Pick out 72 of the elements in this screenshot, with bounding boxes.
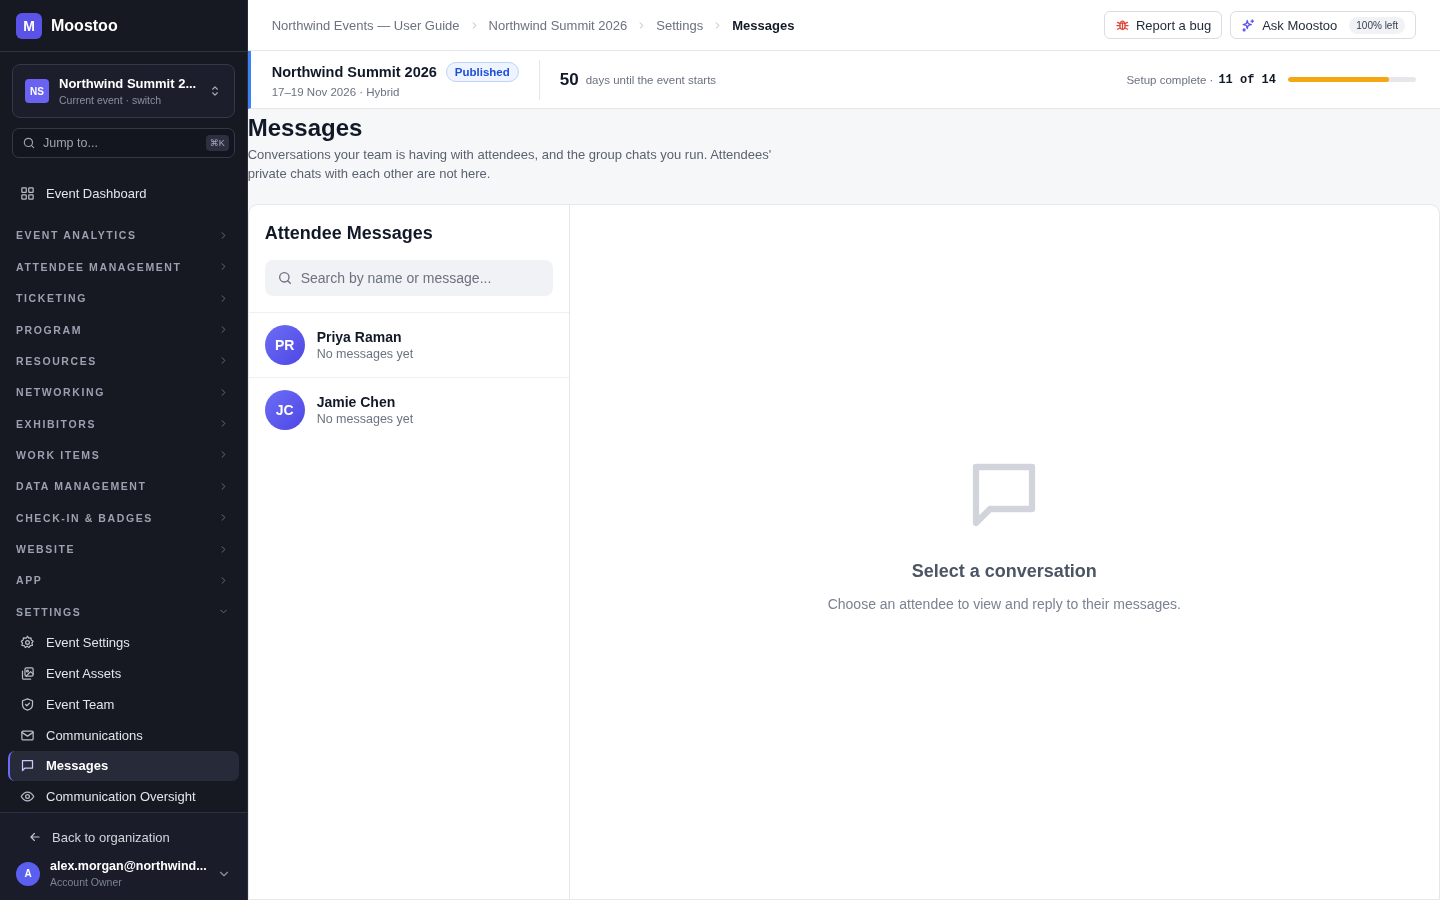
search-icon	[276, 270, 293, 286]
user-email: alex.morgan@northwind...	[50, 859, 207, 873]
images-icon	[20, 666, 35, 682]
nav-section-header[interactable]: RESOURCES	[8, 345, 239, 377]
nav-section-header[interactable]: WEBSITE	[8, 533, 239, 565]
nav-section-header[interactable]: APP	[8, 564, 239, 597]
nav-section-header[interactable]: SETTINGS	[8, 596, 239, 628]
nav-section-header[interactable]: DATA MANAGEMENT	[8, 470, 239, 502]
user-menu[interactable]: A alex.morgan@northwind... Account Owner	[0, 851, 247, 888]
nav-item[interactable]: Messages	[8, 750, 239, 782]
nav-section-header[interactable]: TICKETING	[8, 282, 239, 314]
setup-count: 11 of 14	[1218, 72, 1276, 87]
settings-icon	[20, 635, 35, 651]
nav-item[interactable]: Event Assets	[8, 658, 239, 689]
breadcrumb-link[interactable]: Settings	[656, 17, 704, 33]
conversation-item[interactable]: JC Jamie Chen No messages yet	[248, 377, 569, 442]
days-label: days until the event starts	[585, 73, 717, 86]
chat-bubble-icon	[20, 758, 35, 774]
nav-item[interactable]: Communication Oversight	[8, 781, 239, 812]
event-name: Northwind Summit 2...	[59, 76, 198, 91]
breadcrumb-link[interactable]: Northwind Summit 2026	[488, 17, 628, 33]
shield-check-icon	[20, 696, 35, 712]
back-link[interactable]: Back to organization	[0, 823, 247, 851]
event-switch-hint: Current event · switch	[59, 94, 163, 106]
nav-section-header[interactable]: PROGRAM	[8, 313, 239, 346]
breadcrumb-link[interactable]: Northwind Events — User Guide	[271, 17, 460, 33]
message-preview: No messages yet	[316, 412, 414, 426]
contact-avatar: PR	[264, 325, 305, 365]
empty-state-text: Choose an attendee to view and reply to their messages.	[827, 595, 1181, 612]
setup-label: Setup complete ·	[1126, 73, 1214, 86]
logo-icon: M	[16, 12, 42, 39]
nav-item[interactable]: Event Team	[8, 688, 239, 720]
message-preview: No messages yet	[316, 347, 414, 361]
contact-name: Priya Raman	[316, 329, 403, 345]
days-count: 50	[559, 69, 579, 90]
app-name: Moostoo	[51, 16, 118, 35]
nav-section-header[interactable]: EVENT ANALYTICS	[8, 219, 239, 252]
shortcut-hint: ⌘K	[205, 135, 229, 151]
nav-section-header[interactable]: EXHIBITORS	[8, 407, 239, 440]
eye-icon	[20, 789, 35, 805]
breadcrumb-link[interactable]: Messages	[732, 17, 795, 33]
empty-state-title: Select a conversation	[911, 560, 1097, 582]
nav-section-header[interactable]: CHECK-IN & BADGES	[8, 502, 239, 534]
page-description: Conversations your team is having with attendees, and the group chats you run. Attendees' private chats with each other are not here.	[247, 146, 773, 183]
nav-section-header[interactable]: ATTENDEE MANAGEMENT	[8, 251, 239, 283]
contact-name: Jamie Chen	[316, 394, 397, 410]
nav-item[interactable]: Event Dashboard	[8, 178, 239, 209]
search-icon	[22, 136, 36, 150]
nav-section-header[interactable]: WORK ITEMS	[8, 439, 239, 471]
mail-icon	[20, 727, 35, 743]
event-avatar: NS	[25, 79, 49, 103]
search-field[interactable]: Search by name or message...	[264, 260, 553, 296]
sparkle-icon	[1241, 17, 1257, 33]
grid-icon	[20, 185, 35, 201]
usage-badge: 100% left	[1349, 16, 1405, 34]
nav-item[interactable]: Event Settings	[8, 627, 239, 659]
user-role: Account Owner	[50, 876, 123, 888]
user-avatar: A	[16, 861, 40, 886]
nav-section-header[interactable]: NETWORKING	[8, 376, 239, 408]
report-bug-button[interactable]: Report a bug	[1103, 11, 1223, 39]
arrow-left-icon	[28, 830, 42, 844]
page-title: Messages	[247, 113, 364, 142]
conversation-item[interactable]: PR Priya Raman No messages yet	[248, 312, 569, 377]
ask-assistant-button[interactable]: Ask Moostoo 100% left	[1230, 11, 1416, 39]
event-switcher[interactable]: NS Northwind Summit 2... Current event · switch	[12, 64, 235, 118]
status-badge: Published	[445, 61, 519, 82]
contact-avatar: JC	[264, 390, 305, 430]
nav-item[interactable]: Communications	[8, 719, 239, 751]
event-dates: 17–19 Nov 2026 · Hybrid	[271, 85, 401, 98]
bug-icon	[1114, 17, 1130, 33]
event-title: Northwind Summit 2026	[271, 63, 437, 80]
list-title: Attendee Messages	[263, 222, 434, 244]
